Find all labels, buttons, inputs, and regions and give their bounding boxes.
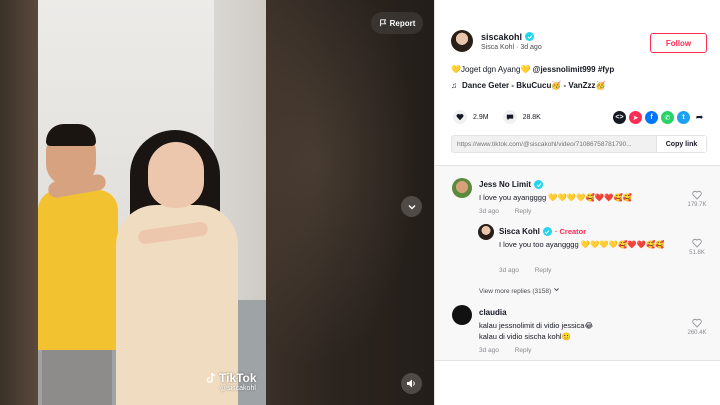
reply-text: I love you too ayangggg 💛💛💛💛🥰❤️❤️🥰🥰	[499, 240, 665, 249]
report-button[interactable]: Report	[371, 12, 423, 34]
video-player[interactable]	[38, 0, 266, 405]
creator-badge: · Creator	[554, 227, 587, 236]
caption-mention-link[interactable]: @jessnolimit999	[533, 65, 596, 74]
tiktok-logo-icon	[206, 372, 216, 384]
comment-time: 3d ago	[479, 208, 499, 215]
comment-like-count: 260.4K	[687, 330, 707, 336]
heart-outline-icon	[692, 238, 702, 248]
comment-button[interactable]	[502, 110, 517, 124]
music-note-icon: ♫	[451, 81, 457, 90]
comment-avatar[interactable]	[452, 305, 472, 325]
comment-author-name[interactable]: claudia	[479, 308, 507, 317]
view-more-replies-label: View more replies (3158)	[479, 288, 552, 295]
stats-row: 2.9M 28.8K	[453, 110, 541, 124]
author-username[interactable]: siscakohl	[481, 32, 542, 42]
reply-avatar[interactable]	[478, 224, 494, 240]
volume-button[interactable]	[401, 373, 422, 394]
reply-author-name-text: Sisca Kohl	[499, 227, 540, 236]
comment-meta: 3d ago Reply	[479, 208, 531, 215]
copy-link-button[interactable]: Copy link	[656, 136, 706, 152]
creator-badge-label: Creator	[559, 227, 587, 236]
view-more-replies-button[interactable]: View more replies (3158)	[479, 286, 560, 295]
heart-outline-icon	[692, 318, 702, 328]
author-row[interactable]: siscakohl Sisca Kohl · 3d ago	[451, 30, 542, 52]
video-info-panel: siscakohl Sisca Kohl · 3d ago Follow 💛Jo…	[434, 0, 720, 405]
comment-count: 28.8K	[522, 113, 541, 121]
comment-icon	[506, 114, 513, 121]
app: Report TikTok @siscakohl siscakohl Sisca…	[0, 0, 720, 405]
reply-meta: 3d ago Reply	[499, 267, 551, 274]
next-video-button[interactable]	[401, 196, 422, 217]
verified-badge-icon	[534, 180, 544, 189]
comment-avatar[interactable]	[452, 178, 472, 198]
video-caption: 💛Joget dgn Ayang💛 @jessnolimit999 #fyp	[451, 65, 614, 74]
reply-like-count: 51.8K	[689, 250, 705, 256]
reply-like-button[interactable]: 51.8K	[685, 238, 709, 256]
video-panel[interactable]: Report TikTok @siscakohl	[0, 0, 434, 405]
video-person-1-hair	[46, 124, 96, 146]
comment-text: kalau jessnolimit di vidio jessica😂	[479, 321, 594, 330]
comment-author-name[interactable]: Jess No Limit	[479, 180, 544, 189]
send-icon[interactable]: ➤	[629, 111, 642, 124]
chevron-down-icon	[554, 288, 559, 292]
like-button[interactable]	[453, 110, 467, 124]
author-meta: Sisca Kohl · 3d ago	[481, 43, 542, 51]
like-count: 2.9M	[473, 113, 489, 121]
comment-text: I love you ayangggg 💛💛💛💛🥰❤️❤️🥰🥰	[479, 193, 633, 202]
caption-text: Joget dgn Ayang	[460, 65, 521, 74]
reply-author-name[interactable]: Sisca Kohl · Creator	[499, 227, 586, 236]
heart-outline-icon	[692, 190, 702, 200]
whatsapp-icon[interactable]: ✆	[661, 111, 674, 124]
watermark-brand: TikTok	[219, 371, 257, 385]
verified-badge-icon	[525, 32, 535, 41]
copy-link-box: https://www.tiktok.com/@siscakohl/video/…	[451, 135, 707, 153]
author-username-text: siscakohl	[481, 31, 523, 42]
chevron-down-icon	[408, 204, 415, 209]
heart-icon	[456, 113, 464, 121]
bottom-bar	[435, 360, 720, 405]
caption-hashtag-link[interactable]: #fyp	[598, 65, 614, 74]
video-person-1-shirt	[38, 190, 118, 350]
comment-like-count: 179.7K	[687, 202, 707, 208]
author-time-ago: 3d ago	[520, 43, 542, 51]
video-blur-background-left	[0, 0, 38, 405]
comment-reply-button[interactable]: Reply	[515, 208, 532, 215]
heart-emoji-icon: 💛	[520, 65, 531, 74]
share-row: <> ➤ f ✆ t ➦	[613, 111, 706, 124]
verified-badge-icon	[542, 227, 552, 236]
watermark-username: @siscakohl	[220, 385, 256, 392]
twitter-icon[interactable]: t	[677, 111, 690, 124]
reply-reply-button[interactable]: Reply	[535, 267, 552, 274]
flag-icon	[379, 19, 386, 27]
music-link[interactable]: ♫ Dance Geter - BkuCucu🥳 - VanZzz🥳	[451, 81, 606, 90]
facebook-icon[interactable]: f	[645, 111, 658, 124]
comment-time: 3d ago	[479, 347, 499, 354]
report-label: Report	[389, 18, 416, 28]
comment-reply-button[interactable]: Reply	[515, 347, 532, 354]
author-display-name: Sisca Kohl	[481, 43, 515, 51]
comments-list[interactable]: Jess No Limit I love you ayangggg 💛💛💛💛🥰❤…	[435, 165, 720, 360]
reply-time: 3d ago	[499, 267, 519, 274]
comment-like-button[interactable]: 179.7K	[685, 190, 709, 208]
heart-emoji-icon: 💛	[451, 65, 461, 74]
avatar[interactable]	[451, 30, 473, 52]
video-person-2-head	[148, 142, 204, 208]
follow-button[interactable]: Follow	[650, 33, 707, 53]
share-arrow-icon[interactable]: ➦	[693, 111, 706, 124]
comment-author-name-text: Jess No Limit	[479, 180, 532, 189]
comment-text-line-2: kalau di vidio sischa kohl🙂	[479, 332, 571, 341]
video-url-field[interactable]: https://www.tiktok.com/@siscakohl/video/…	[452, 141, 656, 148]
comment-meta: 3d ago Reply	[479, 347, 531, 354]
tiktok-watermark: TikTok @siscakohl	[206, 371, 257, 392]
embed-icon[interactable]: <>	[613, 111, 626, 124]
music-title: Dance Geter - BkuCucu🥳 - VanZzz🥳	[462, 81, 606, 90]
speaker-icon	[407, 379, 415, 388]
comment-like-button[interactable]: 260.4K	[685, 318, 709, 336]
